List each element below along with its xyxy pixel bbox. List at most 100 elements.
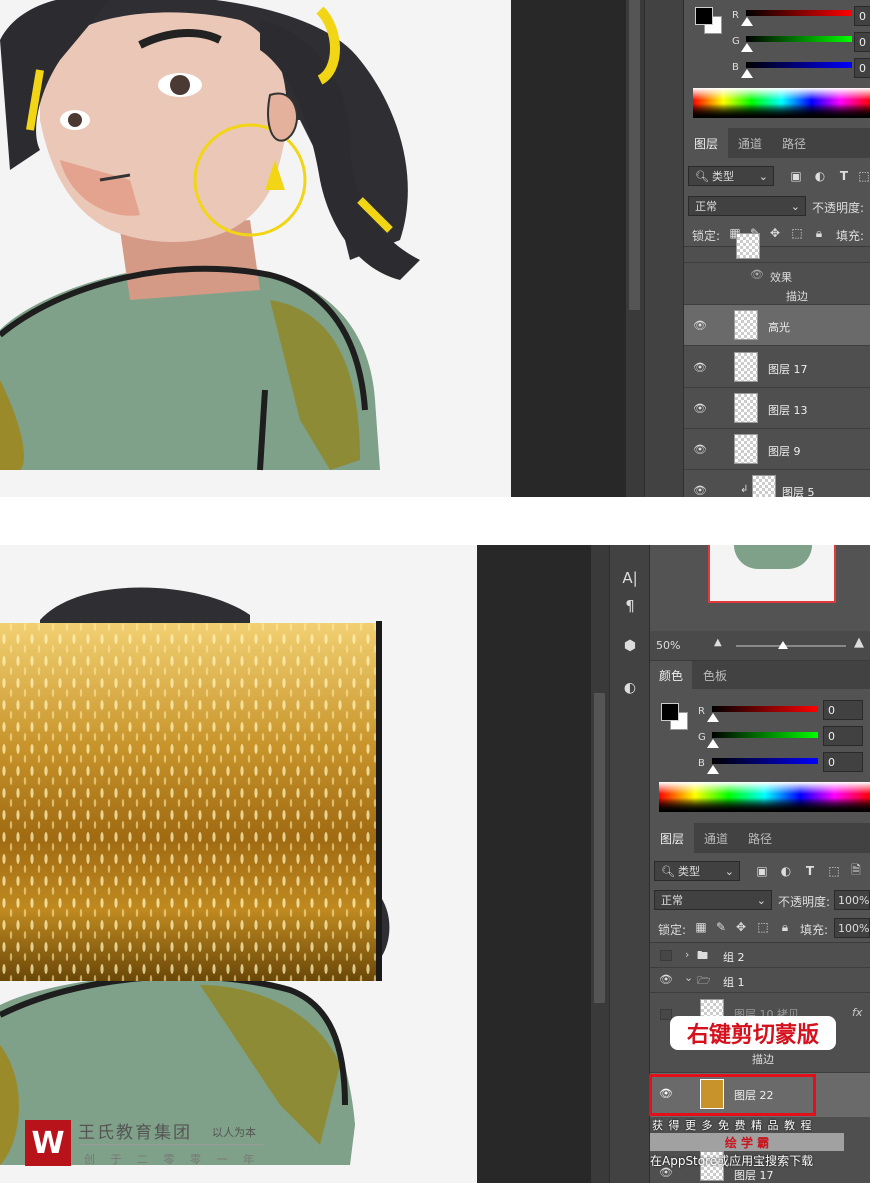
visibility-toggle[interactable] bbox=[660, 1009, 672, 1020]
group-row-2[interactable]: › 🖿︎ 组 2 bbox=[650, 943, 870, 968]
eye-icon[interactable]: 👁︎ bbox=[692, 484, 708, 497]
top-workspace bbox=[511, 0, 626, 497]
blend-mode-label: 正常 bbox=[695, 200, 717, 213]
adjustment-filter-icon[interactable]: ◐ bbox=[778, 863, 794, 879]
layer-kind-filter[interactable]: 🔍︎ 类型 ⌄ bbox=[654, 861, 740, 881]
lock-all-icon[interactable]: 🔒︎ bbox=[812, 226, 826, 240]
channel-g-thumb[interactable] bbox=[707, 739, 719, 748]
foreground-color-swatch[interactable] bbox=[661, 703, 679, 721]
color-spectrum-bar[interactable] bbox=[659, 782, 870, 812]
zoom-value[interactable]: 50% bbox=[656, 639, 680, 652]
shape-filter-icon[interactable]: ⬚ bbox=[826, 863, 842, 879]
bottom-layer-tabs: 图层 通道 路径 bbox=[650, 823, 870, 853]
tab-paths[interactable]: 路径 bbox=[738, 823, 782, 853]
channel-g-slider[interactable] bbox=[746, 36, 852, 42]
top-scrollbar[interactable] bbox=[626, 0, 644, 497]
navigator-preview[interactable] bbox=[708, 545, 836, 603]
layer-thumbnail bbox=[734, 352, 758, 382]
chevron-down-icon[interactable]: ⌄ bbox=[684, 971, 693, 984]
image-filter-icon[interactable]: ▣ bbox=[754, 863, 770, 879]
channel-r-thumb[interactable] bbox=[707, 713, 719, 722]
zoom-slider-thumb[interactable] bbox=[778, 641, 788, 649]
channel-r-slider[interactable] bbox=[746, 10, 852, 16]
tab-color[interactable]: 颜色 bbox=[650, 661, 692, 689]
channel-g-label: G bbox=[732, 36, 740, 47]
channel-g-input[interactable]: 0 bbox=[823, 726, 863, 746]
layer-row-9[interactable]: 👁︎ 图层 9 bbox=[684, 429, 870, 470]
eye-icon[interactable]: 👁︎ bbox=[659, 973, 673, 986]
layer-thumbnail bbox=[734, 434, 758, 464]
layer-name: 图层 9 bbox=[768, 445, 801, 458]
effects-label: 效果 bbox=[770, 271, 792, 284]
lock-artboard-icon[interactable]: ⬚ bbox=[756, 920, 770, 934]
3d-panel-icon[interactable]: ⬢ bbox=[610, 635, 650, 657]
tab-layers[interactable]: 图层 bbox=[684, 128, 728, 158]
color-spectrum-bar[interactable] bbox=[693, 88, 870, 118]
tab-swatches[interactable]: 色板 bbox=[692, 661, 738, 689]
opacity-input[interactable]: 100% bbox=[834, 890, 870, 910]
shape-filter-icon[interactable]: ⬚ bbox=[856, 168, 870, 184]
lock-brush-icon[interactable]: ✎ bbox=[714, 920, 728, 934]
fill-input[interactable]: 100% bbox=[834, 918, 870, 938]
blend-mode-select[interactable]: 正常 ⌄ bbox=[654, 890, 772, 910]
character-panel-icon[interactable]: A| bbox=[610, 567, 650, 589]
paragraph-panel-icon[interactable]: ¶ bbox=[610, 595, 650, 617]
group-row-1[interactable]: 👁︎ ⌄ 🗁︎ 组 1 bbox=[650, 968, 870, 993]
eye-icon[interactable]: 👁︎ bbox=[692, 402, 708, 415]
type-filter-icon[interactable]: T bbox=[802, 863, 818, 879]
channel-b-input[interactable]: 0 bbox=[854, 58, 870, 78]
lock-all-icon[interactable]: 🔒︎ bbox=[778, 920, 792, 934]
blend-mode-select[interactable]: 正常 ⌄ bbox=[688, 196, 806, 216]
bottom-scrollbar[interactable] bbox=[591, 545, 609, 1183]
adjustment-filter-icon[interactable]: ◐ bbox=[812, 168, 828, 184]
effects-row[interactable]: 👁︎ 效果 bbox=[684, 265, 870, 285]
stroke-effect-label: 描边 bbox=[786, 290, 808, 303]
tab-paths[interactable]: 路径 bbox=[772, 128, 816, 158]
chevron-right-icon[interactable]: › bbox=[685, 948, 689, 961]
channel-r-label: R bbox=[698, 706, 705, 717]
image-filter-icon[interactable]: ▣ bbox=[788, 168, 804, 184]
channel-r-input[interactable]: 0 bbox=[823, 700, 863, 720]
channel-b-input[interactable]: 0 bbox=[823, 752, 863, 772]
visibility-toggle[interactable] bbox=[660, 950, 672, 961]
foreground-color-swatch[interactable] bbox=[695, 7, 713, 25]
channel-r-input[interactable]: 0 bbox=[854, 6, 870, 26]
lock-artboard-icon[interactable]: ⬚ bbox=[790, 226, 804, 240]
tab-layers[interactable]: 图层 bbox=[650, 823, 694, 853]
tab-channels[interactable]: 通道 bbox=[694, 823, 738, 853]
opacity-label: 不透明度: bbox=[778, 895, 831, 909]
type-filter-icon[interactable]: T bbox=[836, 168, 852, 184]
channel-r-slider[interactable] bbox=[712, 706, 818, 712]
channel-g-slider[interactable] bbox=[712, 732, 818, 738]
channel-b-slider[interactable] bbox=[712, 758, 818, 764]
eye-icon[interactable]: 👁︎ bbox=[692, 361, 708, 374]
eye-icon[interactable]: 👁︎ bbox=[692, 443, 708, 456]
promo-app-bar: 绘 学 霸 bbox=[650, 1133, 844, 1151]
channel-g-thumb[interactable] bbox=[741, 43, 753, 52]
search-icon: 🔍︎ bbox=[661, 864, 675, 878]
layer-row-highlight[interactable]: 👁︎ 高光 bbox=[684, 305, 870, 346]
zoom-out-icon[interactable]: ▲ bbox=[714, 637, 722, 648]
zoom-slider[interactable] bbox=[736, 645, 846, 647]
stroke-effect-row[interactable]: 描边 bbox=[684, 285, 870, 305]
channel-g-input[interactable]: 0 bbox=[854, 32, 870, 52]
channel-b-thumb[interactable] bbox=[741, 69, 753, 78]
lock-move-icon[interactable]: ✥ bbox=[768, 226, 782, 240]
eye-icon[interactable]: 👁︎ bbox=[750, 268, 764, 281]
layer-row-13[interactable]: 👁︎ 图层 13 bbox=[684, 388, 870, 429]
adjustments-panel-icon[interactable]: ◐ bbox=[610, 677, 650, 699]
layer-kind-filter[interactable]: 🔍︎ 类型 ⌄ bbox=[688, 166, 774, 186]
channel-b-label: B bbox=[732, 62, 739, 73]
lock-transparent-icon[interactable]: ▦ bbox=[694, 920, 708, 934]
tab-channels[interactable]: 通道 bbox=[728, 128, 772, 158]
layer-row-17[interactable]: 👁︎ 图层 17 bbox=[684, 347, 870, 388]
channel-r-thumb[interactable] bbox=[741, 17, 753, 26]
channel-b-slider[interactable] bbox=[746, 62, 852, 68]
zoom-in-icon[interactable]: ▲ bbox=[854, 635, 864, 650]
lock-move-icon[interactable]: ✥ bbox=[734, 920, 748, 934]
eye-icon[interactable]: 👁︎ bbox=[692, 319, 708, 332]
fx-icon[interactable]: fx bbox=[852, 1006, 862, 1019]
partial-layer-row[interactable] bbox=[684, 233, 870, 263]
channel-b-thumb[interactable] bbox=[707, 765, 719, 774]
smart-object-filter-icon[interactable]: 🗎︎ bbox=[848, 863, 864, 879]
